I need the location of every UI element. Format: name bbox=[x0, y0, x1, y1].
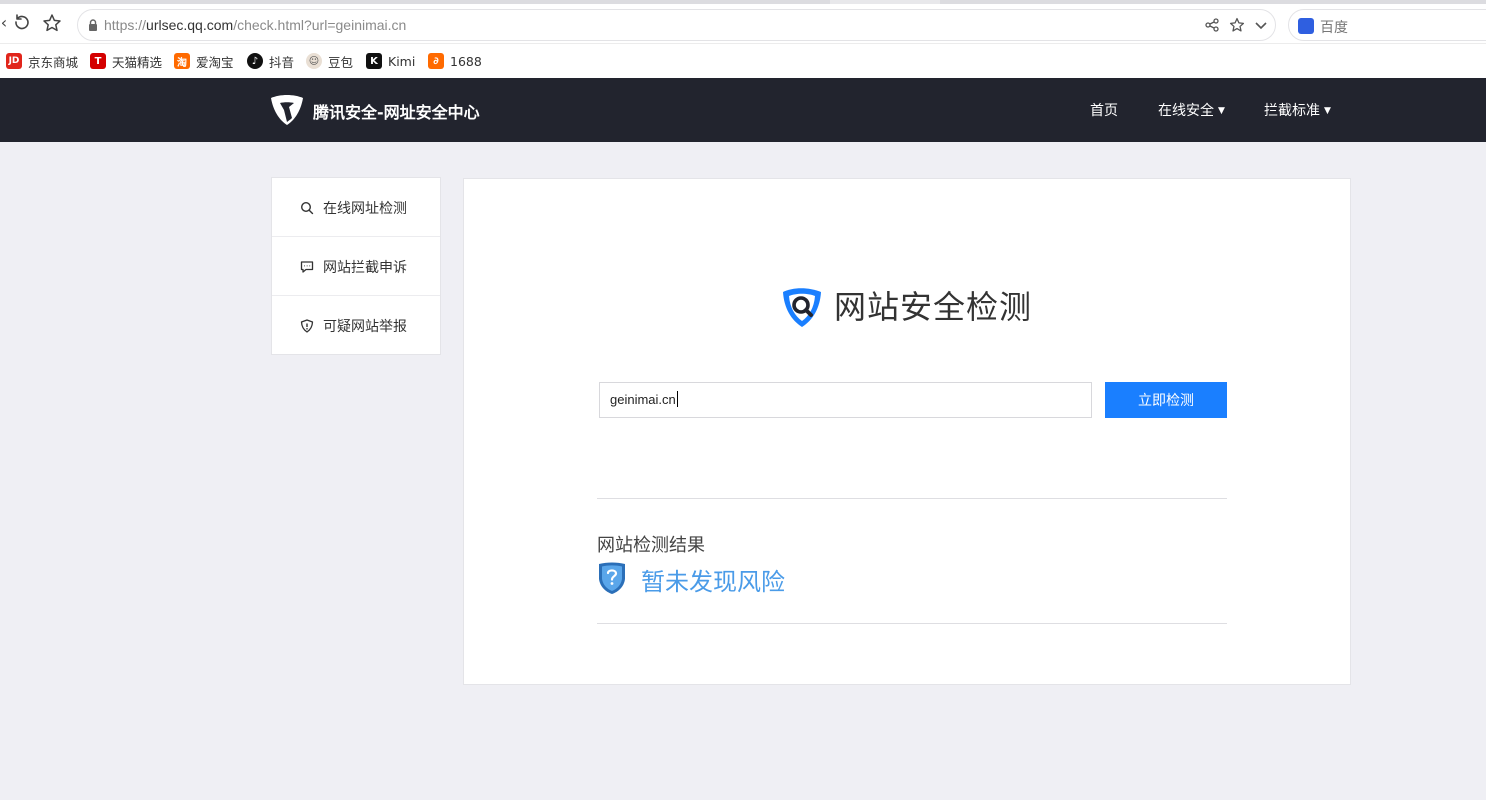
share-icon[interactable] bbox=[1204, 17, 1220, 33]
sidebar-item-appeal[interactable]: 网站拦截申诉 bbox=[272, 237, 440, 296]
message-icon bbox=[300, 261, 314, 273]
shield-alert-icon bbox=[300, 319, 314, 333]
doubao-icon: ☺ bbox=[306, 53, 322, 69]
1688-icon: ∂ bbox=[428, 53, 444, 69]
bookmark-1688[interactable]: ∂ 1688 bbox=[428, 53, 482, 69]
browser-toolbar: ‹ https://urlsec.qq.com/check.html?url=g… bbox=[0, 0, 1486, 44]
jd-icon: JD bbox=[6, 53, 22, 69]
taobao-icon: 淘 bbox=[174, 53, 190, 69]
reload-icon[interactable] bbox=[12, 13, 32, 33]
sidebar-item-label: 在线网址检测 bbox=[323, 201, 407, 217]
bookmark-tmall[interactable]: T 天猫精选 bbox=[90, 53, 162, 70]
result-label: 网站检测结果 bbox=[597, 535, 705, 556]
text-cursor bbox=[676, 391, 678, 407]
bookmark-doubao[interactable]: ☺ 豆包 bbox=[306, 53, 353, 70]
result-status: 暂未发现风险 bbox=[641, 568, 785, 596]
bookmarks-bar: JD 京东商城 T 天猫精选 淘 爱淘宝 ♪ 抖音 ☺ 豆包 K Kimi ∂ … bbox=[0, 44, 1486, 78]
sidebar-item-url-check[interactable]: 在线网址检测 bbox=[272, 178, 440, 237]
site-header: 腾讯安全-网址安全中心 首页 在线安全 ▼ 拦截标准 ▼ bbox=[0, 78, 1486, 142]
side-menu: 在线网址检测 网站拦截申诉 可疑网站举报 bbox=[271, 177, 441, 355]
kimi-icon: K bbox=[366, 53, 382, 69]
search-icon bbox=[300, 201, 314, 215]
tab-strip bbox=[0, 0, 1486, 4]
bookmark-douyin[interactable]: ♪ 抖音 bbox=[247, 53, 294, 70]
tmall-icon: T bbox=[90, 53, 106, 69]
bookmark-kimi[interactable]: K Kimi bbox=[366, 53, 415, 69]
divider bbox=[597, 498, 1227, 499]
nav-home[interactable]: 首页 bbox=[1090, 100, 1118, 120]
star-icon[interactable] bbox=[42, 13, 62, 33]
bookmark-taobao[interactable]: 淘 爱淘宝 bbox=[174, 53, 234, 70]
nav-block-standard[interactable]: 拦截标准 ▼ bbox=[1264, 100, 1331, 120]
caret-down-icon: ▼ bbox=[1324, 106, 1331, 116]
main-card: 网站安全检测 geinimai.cn 立即检测 网站检测结果 暂未发现风险 bbox=[463, 178, 1351, 685]
page-title: 网站安全检测 bbox=[834, 288, 1033, 326]
tencent-security-logo-icon[interactable] bbox=[270, 94, 304, 126]
nav-online-security[interactable]: 在线安全 ▼ bbox=[1158, 100, 1225, 120]
baidu-icon bbox=[1298, 18, 1314, 34]
sidebar-item-label: 网站拦截申诉 bbox=[323, 260, 407, 276]
shield-search-icon bbox=[783, 288, 821, 327]
chevron-down-icon[interactable] bbox=[1253, 17, 1269, 33]
lock-icon bbox=[89, 19, 97, 31]
search-placeholder: 百度 bbox=[1320, 20, 1348, 36]
caret-down-icon: ▼ bbox=[1218, 106, 1225, 116]
address-bar[interactable]: https://urlsec.qq.com/check.html?url=gei… bbox=[77, 9, 1276, 41]
site-logo-text[interactable]: 腾讯安全-网址安全中心 bbox=[313, 99, 480, 123]
bookmark-star-icon[interactable] bbox=[1229, 17, 1245, 33]
shield-question-icon bbox=[599, 562, 625, 594]
sidebar-item-report[interactable]: 可疑网站举报 bbox=[272, 296, 440, 355]
check-now-button[interactable]: 立即检测 bbox=[1105, 382, 1227, 418]
address-url: https://urlsec.qq.com/check.html?url=gei… bbox=[104, 17, 407, 33]
bookmark-jd[interactable]: JD 京东商城 bbox=[6, 53, 78, 70]
douyin-icon: ♪ bbox=[247, 53, 263, 69]
search-engine-box[interactable]: 百度 bbox=[1288, 9, 1486, 41]
divider bbox=[597, 623, 1227, 624]
sidebar-item-label: 可疑网站举报 bbox=[323, 319, 407, 335]
url-input[interactable]: geinimai.cn bbox=[599, 382, 1092, 418]
